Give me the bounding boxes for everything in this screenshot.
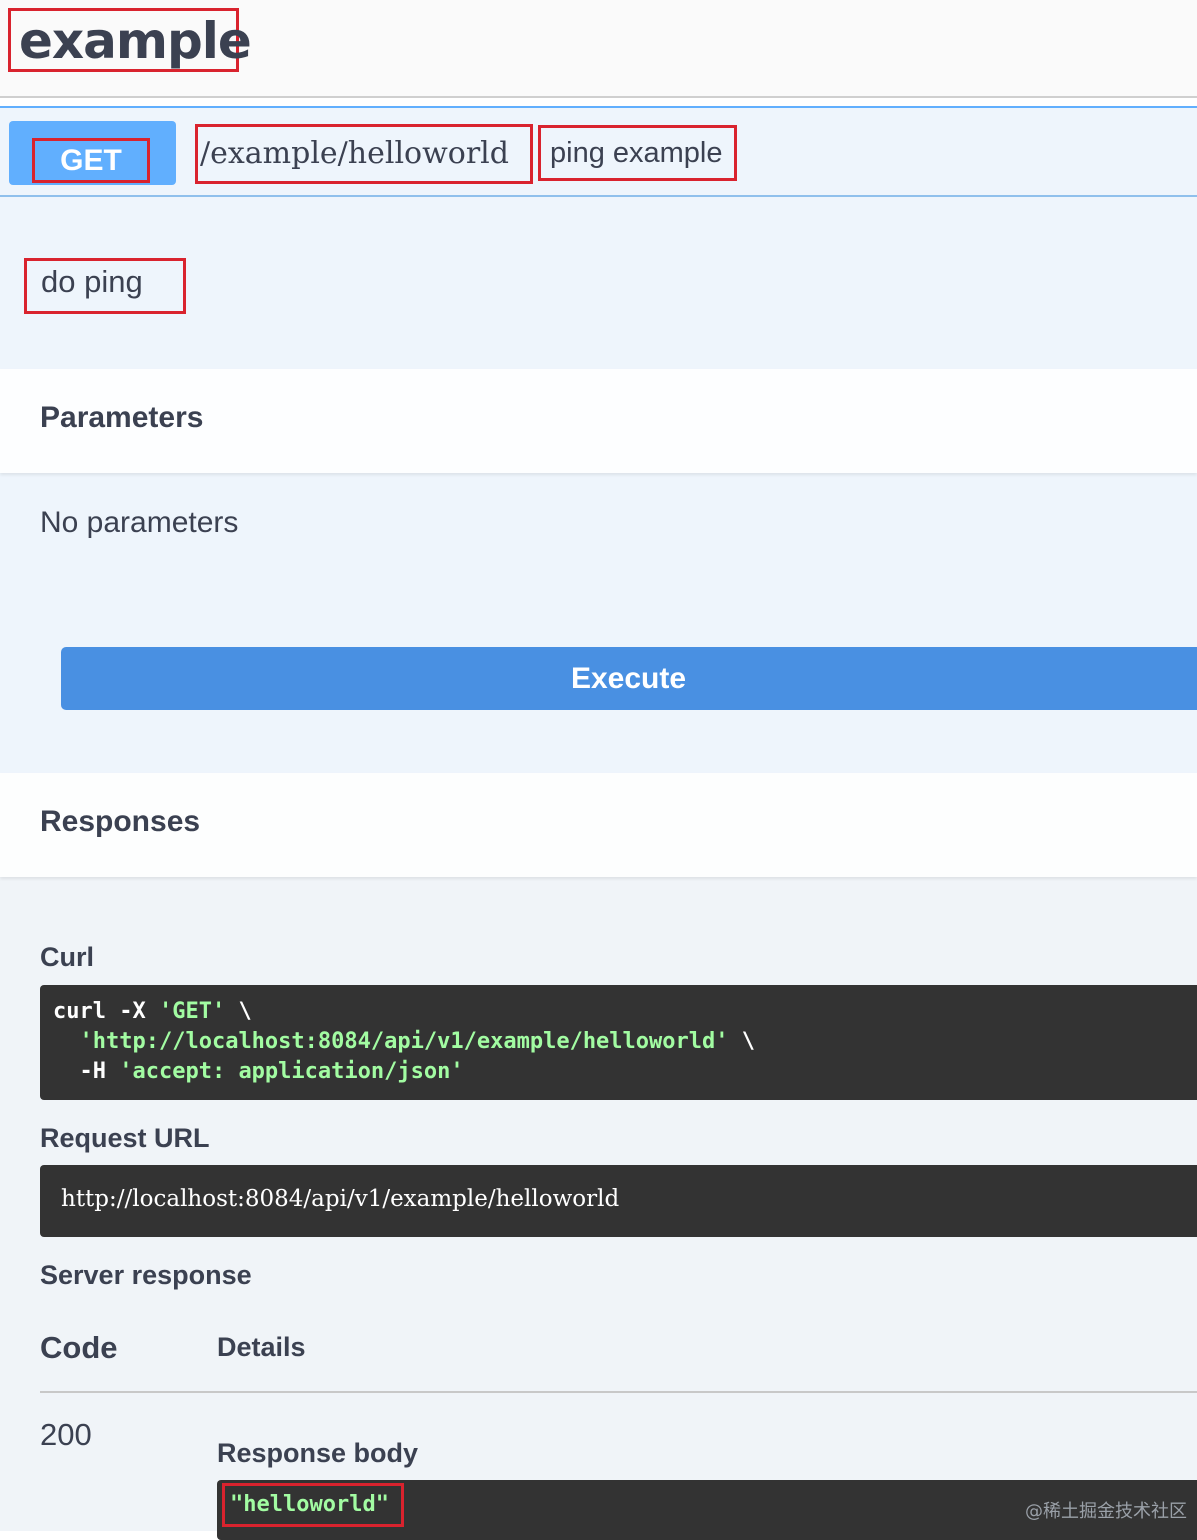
execute-button[interactable]: Execute (61, 647, 1197, 710)
watermark: @稀土掘金技术社区 (1025, 1501, 1187, 1522)
responses-title: Responses (40, 805, 201, 838)
server-response-label: Server response (40, 1260, 252, 1290)
details-column-header: Details (217, 1332, 306, 1362)
tag-title: example (8, 8, 252, 72)
tag-header[interactable]: example (0, 0, 1197, 98)
no-parameters-text: No parameters (40, 506, 239, 539)
operation-summary-text: ping example (538, 125, 737, 181)
request-url: http://localhost:8084/api/v1/example/hel… (61, 1186, 620, 1212)
curl-code-block[interactable]: curl -X 'GET' \ 'http://localhost:8084/a… (40, 985, 1197, 1100)
response-code: 200 (40, 1417, 92, 1452)
responses-header: Responses (0, 773, 1197, 877)
method-label: GET (32, 138, 150, 183)
curl-label: Curl (40, 942, 94, 972)
response-body: "helloworld" (222, 1483, 404, 1527)
response-body-label: Response body (217, 1438, 419, 1468)
code-column-header: Code (40, 1330, 118, 1365)
operation-description: do ping (24, 258, 186, 314)
operation-block: GET /example/helloworld ping example do … (0, 106, 1197, 775)
curl-command: curl -X 'GET' \ 'http://localhost:8084/a… (53, 999, 756, 1084)
operation-path: /example/helloworld (195, 124, 533, 184)
parameters-title: Parameters (40, 401, 204, 434)
method-badge: GET (9, 121, 176, 185)
request-url-label: Request URL (40, 1123, 210, 1153)
parameters-header: Parameters (0, 369, 1197, 473)
operation-summary[interactable]: GET /example/helloworld ping example (0, 108, 1197, 197)
request-url-block[interactable]: http://localhost:8084/api/v1/example/hel… (40, 1165, 1197, 1237)
table-divider (40, 1391, 1197, 1393)
